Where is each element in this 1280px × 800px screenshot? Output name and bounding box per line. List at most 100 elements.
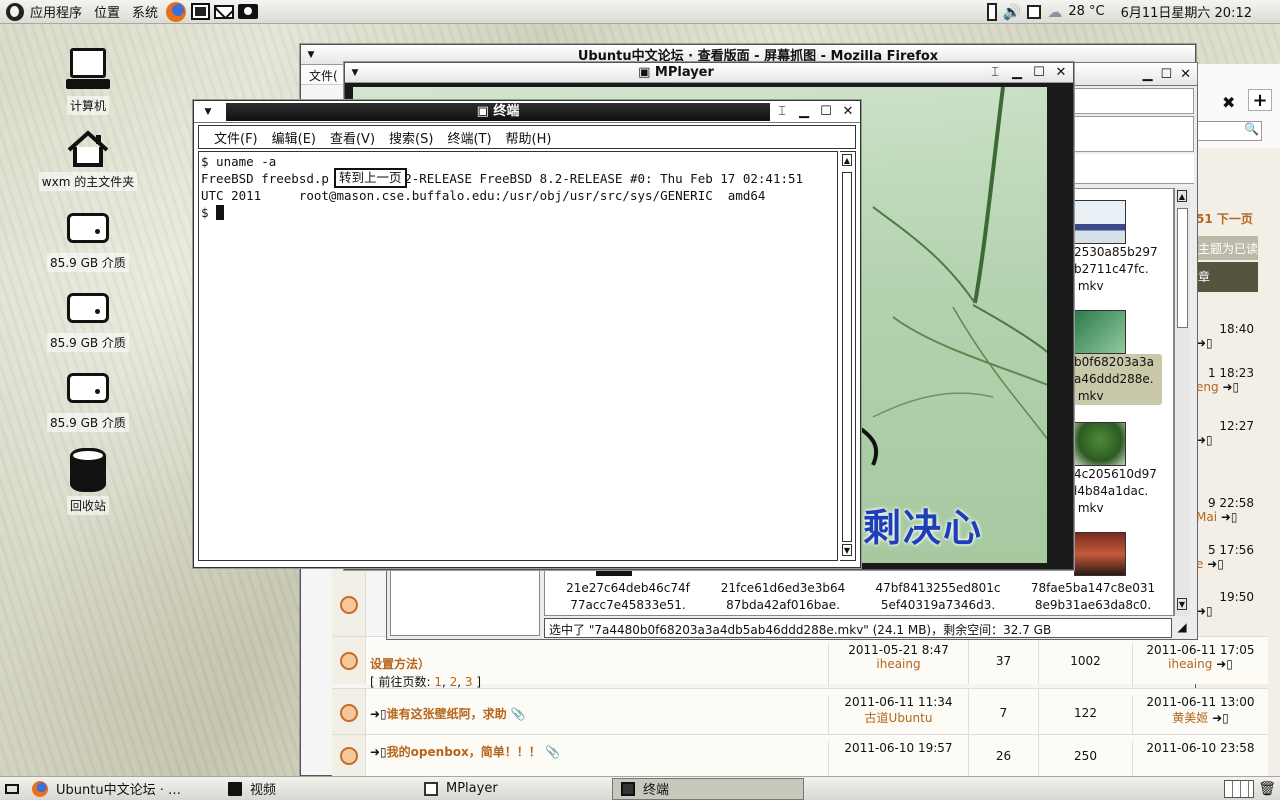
video-thumbnail	[1074, 200, 1126, 244]
close-icon[interactable]: ✕	[1180, 67, 1191, 82]
last-post-entry[interactable]: 9 22:58 Mai ➜▯	[1196, 496, 1258, 524]
terminal-titlebar[interactable]: ▼ ▣ 终端 ⌶ ▁ ☐ ✕	[194, 101, 860, 123]
menu-search[interactable]: 搜索(S)	[382, 128, 440, 147]
mark-read-button[interactable]: 主题为已读	[1196, 236, 1258, 260]
places-pane[interactable]	[390, 570, 540, 636]
desktop-icon-trash[interactable]: 回收站	[33, 448, 143, 515]
tab-close-icon[interactable]: ✖	[1222, 93, 1238, 112]
scroll-up-icon[interactable]: ▲	[842, 154, 852, 166]
show-desktop-icon	[5, 783, 19, 794]
page-link[interactable]: 3	[465, 675, 473, 689]
file-thumbnail[interactable]: 78fae5ba147c8e031 8e9b31ae63da8c0.	[1018, 580, 1168, 614]
applications-menu[interactable]: 应用程序	[0, 0, 88, 24]
resize-icon[interactable]: ⌶	[987, 65, 1003, 81]
scrollbar-thumb[interactable]	[1177, 208, 1188, 328]
last-post-entry[interactable]: 19:50 ➜▯	[1196, 590, 1258, 618]
scroll-down-icon[interactable]: ▼	[842, 544, 852, 556]
file-thumbnail[interactable]: 2530a85b297 b2711c47fc. mkv	[1074, 200, 1166, 295]
resize-icon[interactable]: ⌶	[774, 104, 790, 120]
terminal-scrollbar[interactable]: ▲ ▼	[840, 151, 856, 561]
show-desktop-button[interactable]	[0, 777, 24, 800]
scroll-up-icon[interactable]: ▲	[1177, 190, 1187, 202]
next-page-link[interactable]: 51 下一页	[1196, 210, 1253, 227]
last-post-entry[interactable]: 1 18:23 eng ➜▯	[1196, 366, 1258, 394]
system-menu[interactable]: 系统	[126, 0, 164, 24]
menu-terminal[interactable]: 终端(T)	[440, 128, 498, 147]
file-thumbnail-selected[interactable]: b0f68203a3a a46ddd288e. mkv	[1074, 310, 1166, 405]
scrollbar-thumb[interactable]	[842, 172, 852, 542]
topic-title[interactable]: ➜▯谁有这张壁纸阿，求助 📎	[370, 705, 822, 722]
last-post-entry[interactable]: 18:40 ➜▯	[1196, 322, 1258, 350]
resize-grip-icon[interactable]: ◢	[1174, 620, 1190, 636]
desktop-icon-drive-3[interactable]: 85.9 GB 介质	[33, 373, 143, 432]
task-video-folder[interactable]: 视频	[220, 778, 412, 800]
file-thumbnail[interactable]: 47bf8413255ed801c 5ef40319a7346d3.	[863, 580, 1013, 614]
mplayer-titlebar[interactable]: ▼ ▣ MPlayer ⌶ ▁ ☐ ✕	[345, 63, 1073, 83]
go-post-icon: ➜▯	[1207, 557, 1224, 571]
menu-edit[interactable]: 编辑(E)	[265, 128, 323, 147]
file-chooser-titlebar[interactable]: ▁ ☐ ✕	[1074, 62, 1198, 86]
location-bar[interactable]	[1074, 88, 1194, 114]
file-thumbnail[interactable]	[1074, 532, 1166, 576]
search-box[interactable]: 🔍	[1196, 121, 1262, 141]
last-post-entry[interactable]: 12:27 ➜▯	[1196, 419, 1258, 447]
desktop-icon-drive-1[interactable]: 85.9 GB 介质	[33, 213, 143, 272]
close-icon[interactable]: ✕	[840, 104, 856, 120]
firefox-launcher[interactable]	[165, 1, 187, 23]
last-post-entry[interactable]: 5 17:56 e ➜▯	[1196, 543, 1258, 571]
path-bar[interactable]	[1074, 154, 1194, 184]
page-link[interactable]: 2	[450, 675, 458, 689]
clock[interactable]: 6月11日星期六 20:12	[1121, 2, 1252, 21]
window-menu-icon[interactable]: ▼	[301, 50, 321, 60]
desktop-icon-home[interactable]: wxm 的主文件夹	[33, 130, 143, 191]
volume-icon[interactable]: 🔊	[1003, 3, 1022, 21]
desktop-icon-drive-2[interactable]: 85.9 GB 介质	[33, 293, 143, 352]
minimize-icon[interactable]: ▁	[796, 104, 812, 120]
file-grid-scrollbar[interactable]: ▲ ▼	[1174, 188, 1190, 616]
file-thumbnail[interactable]: 21e27c64deb46c74f 77acc7e45833e51.	[553, 580, 703, 614]
last-poster-link[interactable]: 黄美姬 ➜▯	[1133, 709, 1268, 726]
menu-view[interactable]: 查看(V)	[323, 128, 382, 147]
topic-title[interactable]: ➜▯我的openbox，简单！！！ 📎	[370, 743, 822, 760]
go-post-icon: ➜▯	[1196, 336, 1213, 350]
terminal-output[interactable]: $ uname -a FreeBSD freebsd.p 2-RELEASE Fr…	[198, 151, 838, 561]
task-terminal[interactable]: 终端	[612, 777, 804, 800]
filename-field[interactable]	[1074, 116, 1194, 152]
table-row: 设置方法） [ 前往页数: 1, 2, 3 ] 2011-05-21 8:47 i…	[332, 636, 1268, 689]
window-menu-icon[interactable]: ▼	[345, 68, 365, 78]
menu-file[interactable]: 文件(F)	[207, 128, 265, 147]
scroll-down-icon[interactable]: ▼	[1177, 598, 1187, 610]
task-firefox[interactable]: Ubuntu中文论坛 · …	[24, 778, 216, 800]
file-thumbnail[interactable]: 21fce61d6ed3e3b64 87bda42af016bae.	[708, 580, 858, 614]
desktop-icon-computer[interactable]: 计算机	[33, 48, 143, 115]
workspace-launcher[interactable]	[189, 1, 211, 23]
author-link[interactable]: iheaing	[829, 657, 968, 671]
temperature-label[interactable]: 28 °C	[1068, 4, 1104, 19]
network-icon[interactable]	[1027, 4, 1042, 19]
screenshot-launcher[interactable]	[237, 1, 259, 23]
author-link[interactable]: 古道Ubuntu	[829, 709, 968, 726]
page-link[interactable]: 1	[434, 675, 442, 689]
minimize-icon[interactable]: ▁	[1142, 67, 1152, 82]
trash-applet-icon[interactable]: 🗑	[1258, 781, 1276, 797]
battery-icon[interactable]	[986, 2, 997, 21]
maximize-icon[interactable]: ☐	[818, 104, 834, 120]
topic-title[interactable]: 设置方法）	[370, 655, 822, 672]
maximize-icon[interactable]: ☐	[1160, 67, 1172, 82]
computer-icon	[66, 48, 110, 89]
maximize-icon[interactable]: ☐	[1031, 65, 1047, 81]
last-poster-link[interactable]: iheaing ➜▯	[1133, 657, 1268, 671]
firefox-menu-file[interactable]: 文件(	[309, 69, 338, 83]
minimize-icon[interactable]: ▁	[1009, 65, 1025, 81]
workspace-switcher[interactable]	[1224, 779, 1255, 798]
new-tab-button[interactable]: +	[1248, 89, 1272, 111]
window-menu-icon[interactable]: ▼	[194, 107, 222, 117]
task-mplayer[interactable]: MPlayer	[416, 778, 608, 800]
menu-help[interactable]: 帮助(H)	[499, 128, 559, 147]
mail-launcher[interactable]	[213, 1, 235, 23]
close-icon[interactable]: ✕	[1053, 65, 1069, 81]
terminal-line: FreeBSD freebsd.p 2-RELEASE FreeBSD 8.2-…	[201, 171, 804, 186]
file-thumbnail[interactable]: 4c205610d97 l4b84a1dac. mkv	[1074, 422, 1166, 517]
weather-icon[interactable]: ☁	[1047, 3, 1062, 21]
places-menu[interactable]: 位置	[88, 0, 126, 24]
